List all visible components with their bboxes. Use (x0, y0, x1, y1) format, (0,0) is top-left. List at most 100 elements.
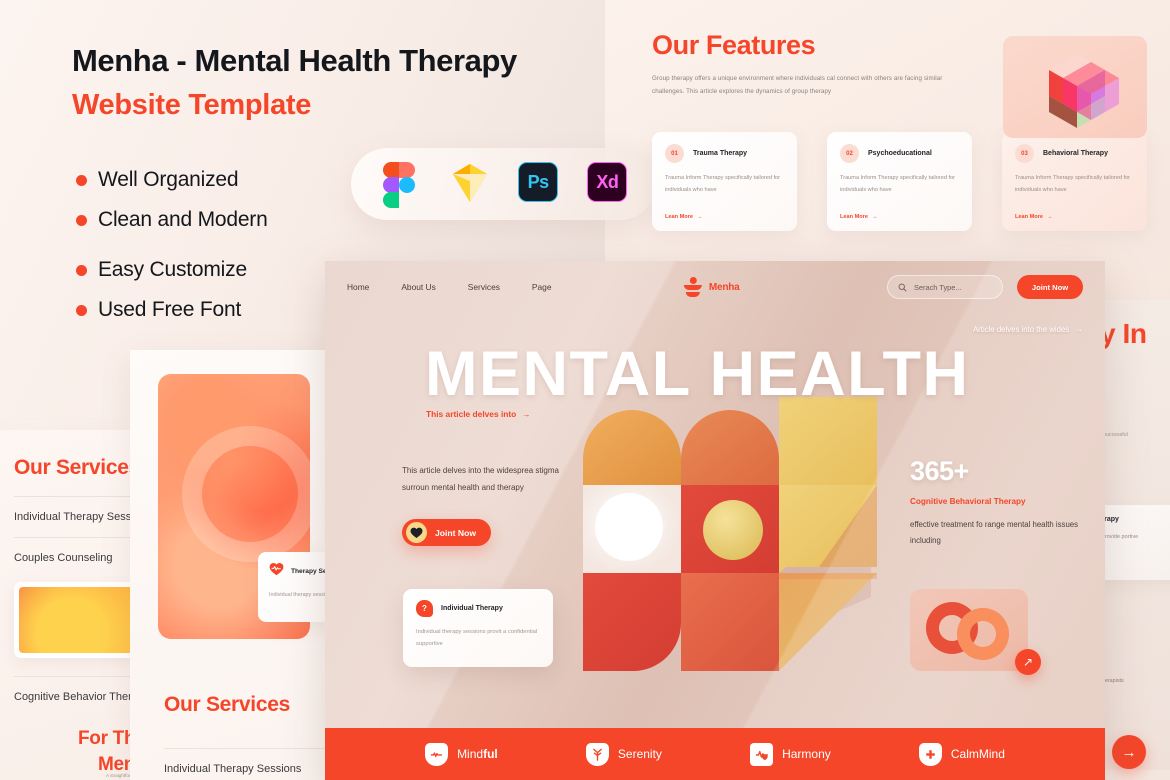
list-item: Clean and Modern (76, 208, 396, 232)
brand-item-calmmind[interactable]: CalmMind (918, 742, 1005, 766)
feature-card-body: Trauma Inform Therapy specifically tailo… (840, 175, 956, 193)
stats-block: 365+ Cognitive Behavioral Therapy effect… (910, 456, 1085, 550)
brand-logo[interactable]: Menha (683, 277, 740, 297)
feature-card-body: Trauma Inform Therapy specifically tailo… (665, 175, 781, 193)
feature-number-badge: 01 (665, 144, 684, 163)
right-edge-heading: y In (1100, 318, 1147, 349)
search-icon (898, 283, 907, 292)
stat-number: 365+ (910, 456, 969, 486)
knot-arrow-button[interactable]: ↗ (1015, 649, 1041, 675)
serenity-icon (585, 742, 609, 766)
bullet-label: Clean and Modern (98, 208, 268, 231)
nav-item-page[interactable]: Page (532, 282, 552, 292)
hero-kicker-label: Article delves into the wides (972, 325, 1070, 334)
bullet-label: Well Organized (98, 168, 239, 191)
learn-more-label: Lean More (665, 214, 693, 220)
feature-card-title: Psychoeducational (868, 150, 932, 157)
learn-more-link[interactable]: Lean More → (840, 214, 878, 220)
nav-item-about-us[interactable]: About Us (401, 282, 435, 292)
mindful-icon (425, 742, 449, 766)
brand-item-mindful[interactable]: Mindful (425, 742, 498, 766)
adobe-xd-icon: Xd (585, 162, 629, 206)
list-item: Well Organized (76, 168, 396, 192)
arrow-right-icon: → (522, 409, 531, 419)
brand-name: Menha (708, 281, 740, 293)
feature-card[interactable]: 03 Behavioral Therapy Trauma Inform Ther… (1002, 132, 1147, 231)
hero-article-link[interactable]: This article delves into → (426, 409, 531, 419)
arrow-right-icon: → (1046, 214, 1053, 220)
menha-logo-icon (683, 277, 702, 297)
bullet-label: Used Free Font (98, 298, 242, 321)
hero-joint-now-button[interactable]: Joint Now (402, 519, 492, 546)
learn-more-link[interactable]: Lean More → (665, 214, 703, 220)
brand-label-serenity: Serenity (617, 747, 662, 761)
figma-icon (378, 162, 422, 208)
individual-therapy-card-header: ? Individual Therapy (416, 600, 540, 617)
joint-now-button[interactable]: Joint Now (1017, 275, 1083, 299)
feature-number-badge: 02 (840, 144, 859, 163)
right-edge-card-title: herapy (1096, 516, 1119, 523)
nav-right-group: Serach Type... Joint Now (887, 275, 1083, 299)
feature-card-body: Trauma Inform Therapy specifically tailo… (1015, 175, 1131, 193)
feature-card-list: 01 Trauma Therapy Trauma Inform Therapy … (652, 132, 1147, 231)
search-input[interactable]: Serach Type... (887, 275, 1003, 299)
hero-article-link-label: This article delves into (426, 409, 517, 419)
nav-item-home[interactable]: Home (347, 282, 369, 292)
app-format-bar: Ps Xd (351, 148, 656, 220)
geometric-3d-illustration (561, 397, 891, 727)
stat-body: effective treatment fo range mental heal… (910, 520, 1079, 546)
arrow-right-icon: → (696, 214, 703, 220)
bullet-dot-icon (76, 174, 87, 186)
learn-more-label: Lean More (1015, 214, 1043, 220)
feature-card-header: 03 Behavioral Therapy (1015, 144, 1134, 163)
bullet-dot-icon (76, 264, 87, 276)
feature-number-badge: 03 (1015, 144, 1034, 163)
feature-card-title: Trauma Therapy (693, 150, 748, 157)
feature-card[interactable]: 01 Trauma Therapy Trauma Inform Therapy … (652, 132, 797, 231)
arrow-right-icon: → (1075, 325, 1083, 334)
individual-therapy-card-title: Individual Therapy (441, 605, 503, 612)
bullet-dot-icon (76, 304, 87, 316)
learn-more-label: Lean More (840, 214, 868, 220)
hero-paragraph: This article delves into the widesprea s… (402, 466, 559, 492)
hero-kicker[interactable]: Article delves into the wides → (973, 325, 1083, 334)
arrow-right-button[interactable]: → (1112, 735, 1146, 769)
bullet-label: Easy Customize (98, 258, 247, 281)
photoshop-label: Ps (518, 162, 559, 202)
individual-therapy-card-body: Individual therapy sessions provit a con… (416, 629, 538, 647)
search-placeholder: Serach Type... (914, 282, 962, 292)
learn-more-link[interactable]: Lean More → (1015, 214, 1053, 220)
arrow-right-icon: → (871, 214, 878, 220)
services-title-middle: Our Services (164, 693, 290, 716)
feature-card-title: Behavioral Therapy (1043, 150, 1108, 157)
footer-heading: For Th Men (78, 726, 136, 777)
calmmind-icon (918, 742, 942, 766)
feature-card[interactable]: 02 Psychoeducational Trauma Inform Thera… (827, 132, 972, 231)
nav-links: Home About Us Services Page (347, 282, 551, 292)
screenshot-root: Menha - Mental Health Therapy Website Te… (0, 0, 1170, 780)
page-title: Menha - Mental Health Therapy (72, 43, 517, 78)
brand-item-serenity[interactable]: Serenity (585, 742, 662, 766)
hero-navbar: Home About Us Services Page Menha Serach… (325, 261, 1105, 313)
adobe-xd-label: Xd (587, 162, 628, 202)
photoshop-icon: Ps (516, 162, 560, 206)
smiley-heart-icon (406, 522, 427, 543)
partner-brand-bar: Mindful Serenity Harmony CalmMind (325, 728, 1105, 780)
head-question-icon: ? (416, 600, 433, 617)
sketch-icon (447, 162, 491, 206)
stat-subtitle: Cognitive Behavioral Therapy (910, 497, 1026, 506)
knot-illustration (910, 589, 1028, 671)
nav-item-services[interactable]: Services (468, 282, 500, 292)
brand-item-harmony[interactable]: Harmony (750, 742, 831, 766)
knot-rings (921, 597, 1016, 667)
features-description: Group therapy offers a unique environmen… (652, 75, 943, 96)
feature-card-header: 02 Psychoeducational (840, 144, 959, 163)
harmony-icon (750, 742, 774, 766)
brand-label-mindful: Mindful (457, 747, 498, 761)
feature-card-header: 01 Trauma Therapy (665, 144, 784, 163)
hero-title: MENTAL HEALTH (425, 339, 970, 409)
brand-label-calmmind: CalmMind (950, 747, 1005, 761)
hero-mockup: Home About Us Services Page Menha Serach… (325, 261, 1105, 780)
footer-heading-line1: For Th (78, 728, 136, 749)
individual-therapy-card[interactable]: ? Individual Therapy Individual therapy … (403, 589, 553, 667)
